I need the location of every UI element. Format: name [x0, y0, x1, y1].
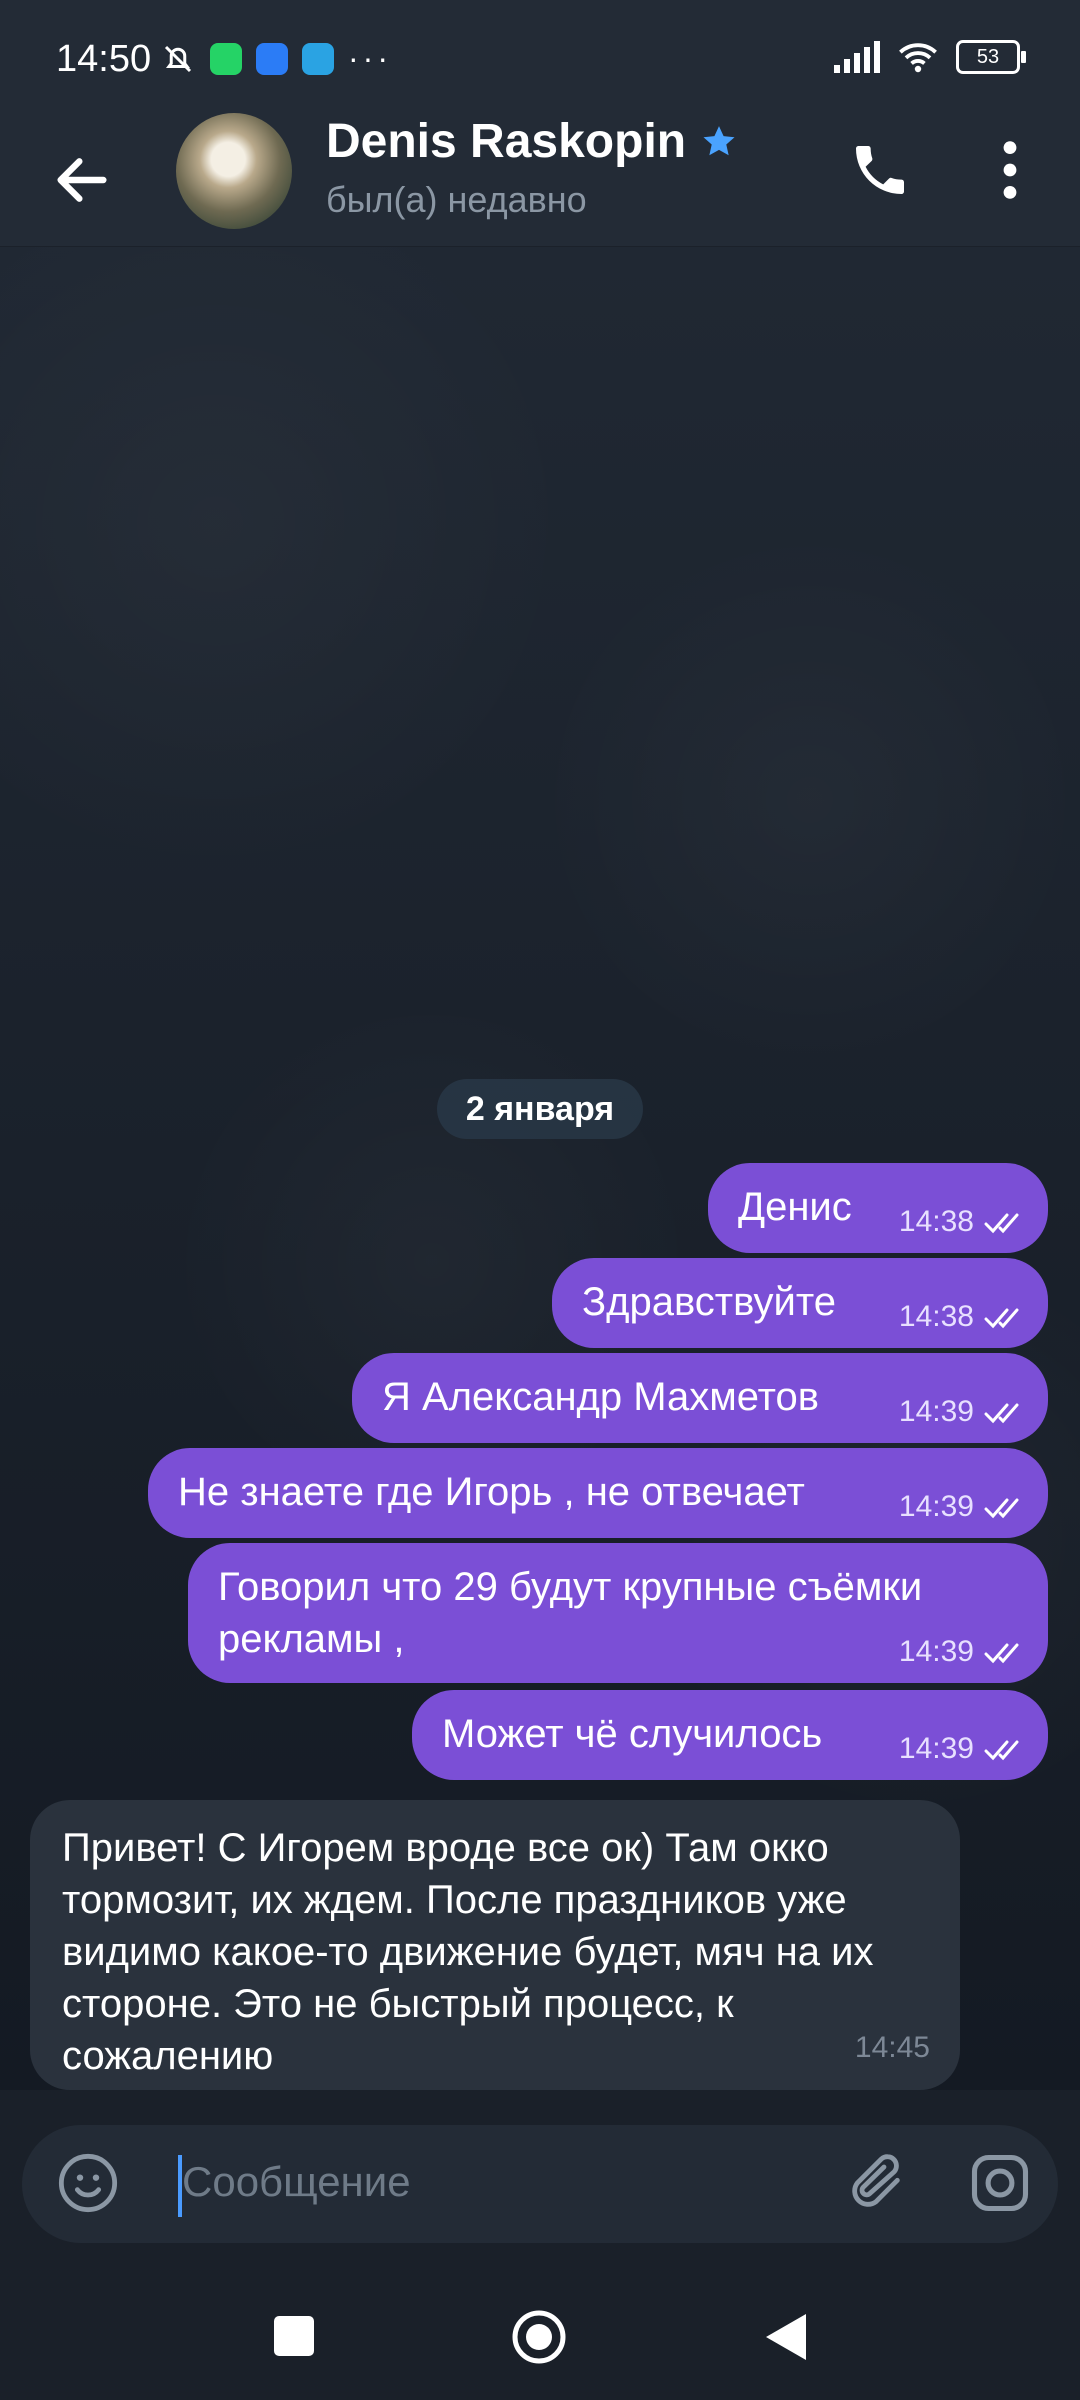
contact-name: Denis Raskopin — [326, 115, 687, 168]
star-icon — [703, 125, 735, 155]
message-text: Привет! С Игорем вроде все ок) Там окко … — [62, 1826, 874, 2078]
whatsapp-icon — [210, 42, 242, 75]
message-time: 14:39 — [898, 1395, 974, 1428]
message-meta: 14:39 — [899, 1732, 1030, 1766]
message-time: 14:39 — [898, 1732, 974, 1765]
contact-title[interactable]: Denis Raskopin — [326, 114, 738, 169]
system-nav-bar — [0, 2272, 1080, 2400]
message-composer: Сообщение — [22, 2125, 1058, 2243]
double-check-icon — [984, 1643, 1019, 1664]
message-time: 14:38 — [898, 1300, 974, 1333]
outgoing-message[interactable]: Я Александр Махметов 14:39 — [352, 1353, 1048, 1443]
message-text: Здравствуйте — [582, 1280, 836, 1324]
avatar[interactable] — [176, 113, 292, 229]
double-check-icon — [984, 1213, 1019, 1234]
attach-icon[interactable] — [844, 2151, 908, 2215]
outgoing-message[interactable]: Здравствуйте 14:38 — [552, 1258, 1048, 1348]
mute-bell-icon — [164, 45, 192, 72]
status-time: 14:50 — [56, 38, 152, 80]
message-meta: 14:38 — [899, 1300, 1030, 1334]
date-separator: 2 января — [437, 1079, 643, 1139]
message-meta: 14:39 — [899, 1635, 1030, 1669]
message-time: 14:38 — [898, 1205, 974, 1238]
more-vert-icon[interactable] — [990, 138, 1030, 202]
incoming-message[interactable]: Привет! С Игорем вроде все ок) Там окко … — [30, 1800, 960, 2090]
outgoing-message[interactable]: Говорил что 29 будут крупные съёмки рекл… — [188, 1543, 1048, 1683]
telegram-icon — [302, 42, 334, 75]
message-text: Денис — [738, 1185, 852, 1229]
phone-icon[interactable] — [848, 138, 912, 202]
notification-icons: ··· — [160, 40, 392, 77]
message-text: Не знаете где Игорь , не отвечает — [178, 1470, 805, 1514]
message-input[interactable]: Сообщение — [182, 2158, 411, 2206]
home-circle-icon[interactable] — [510, 2308, 568, 2366]
double-check-icon — [984, 1403, 1019, 1424]
camera-icon[interactable] — [966, 2149, 1034, 2217]
double-check-icon — [984, 1308, 1019, 1329]
outgoing-message[interactable]: Не знаете где Игорь , не отвечает 14:39 — [148, 1448, 1048, 1538]
message-time: 14:45 — [854, 2031, 930, 2064]
emoji-icon[interactable] — [56, 2151, 120, 2215]
message-text: Я Александр Махметов — [382, 1375, 820, 1419]
battery-icon: 53 — [956, 40, 1026, 74]
status-bar: 14:50 ··· 53 — [0, 0, 1080, 118]
back-triangle-icon[interactable] — [760, 2310, 810, 2364]
signal-icon — [834, 41, 880, 73]
message-time: 14:39 — [898, 1635, 974, 1668]
back-arrow-icon[interactable] — [50, 148, 114, 212]
outgoing-message[interactable]: Денис 14:38 — [708, 1163, 1048, 1253]
contact-status: был(а) недавно — [326, 179, 587, 220]
messages-icon — [256, 42, 288, 75]
message-time: 14:39 — [898, 1490, 974, 1523]
message-meta: 14:38 — [899, 1205, 1030, 1239]
double-check-icon — [984, 1498, 1019, 1519]
more-dots-icon: ··· — [348, 40, 392, 76]
message-text: Может чё случилось — [442, 1712, 823, 1756]
system-icons: 53 — [832, 40, 1026, 74]
recents-square-icon[interactable] — [274, 2316, 314, 2356]
outgoing-message[interactable]: Может чё случилось 14:39 — [412, 1690, 1048, 1780]
message-meta: 14:39 — [899, 1395, 1030, 1429]
message-meta: 14:39 — [899, 1490, 1030, 1524]
wifi-icon — [899, 43, 937, 73]
double-check-icon — [984, 1740, 1019, 1761]
